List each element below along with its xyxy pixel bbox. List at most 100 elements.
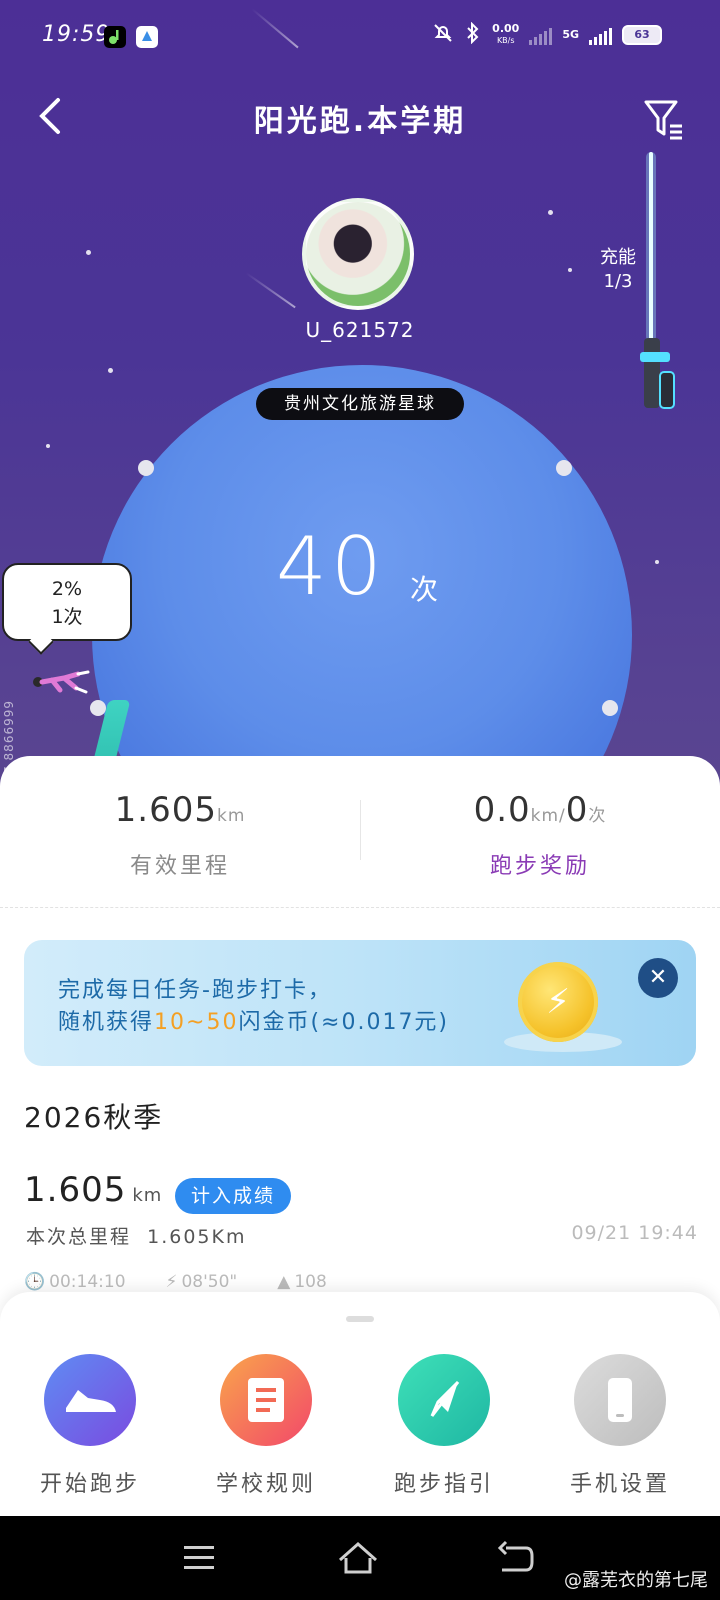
shoe-icon <box>44 1354 136 1446</box>
back-system-button[interactable] <box>494 1538 538 1578</box>
phone-settings-label: 手机设置 <box>569 1472 670 1497</box>
banner-prefix: 随机获得 <box>58 1010 155 1035</box>
energy-label: 充能 <box>600 247 636 268</box>
sheet-handle[interactable] <box>346 1316 374 1322</box>
banner-line1: 完成每日任务-跑步打卡， <box>58 978 332 1003</box>
record-metrics: 🕒 00:14:10 ⚡ 08'50" ▲ 108 <box>24 1272 327 1292</box>
orbit-dot <box>602 700 618 716</box>
season-title: 2026秋季 <box>24 1101 164 1134</box>
username: U_621572 <box>305 318 415 342</box>
record-pace: ⚡ 08'50" <box>166 1272 238 1292</box>
menu-icon <box>184 1546 214 1569</box>
run-guide-button[interactable]: 跑步指引 <box>354 1354 534 1498</box>
record-time: 09/21 19:44 <box>571 1222 698 1244</box>
banner-highlight: 10~50 <box>154 1010 239 1035</box>
divider <box>0 907 720 908</box>
rulebook-icon <box>220 1354 312 1446</box>
stat-reward-label: 跑步奖励 <box>489 854 590 879</box>
star <box>548 210 553 215</box>
orbit-dot <box>90 700 106 716</box>
compass-icon <box>398 1354 490 1446</box>
record-total-value: 1.605Km <box>147 1226 247 1248</box>
run-count-unit: 次 <box>410 573 439 606</box>
status-right: 0.00 KB/s 5G 63 <box>432 21 662 47</box>
stat-distance-label: 有效里程 <box>129 854 230 879</box>
progress-count: 1次 <box>51 606 83 628</box>
return-icon <box>497 1540 534 1572</box>
flame-icon: ▲ <box>277 1272 291 1292</box>
banner-suffix: 闪金币(≈0.017元) <box>238 1010 450 1035</box>
record-duration-value: 00:14:10 <box>49 1272 126 1292</box>
avatar[interactable] <box>302 198 414 310</box>
banner-line2: 随机获得10~50闪金币(≈0.017元) <box>58 1004 449 1036</box>
record-distance[interactable]: 1.605 km <box>24 1170 162 1210</box>
bluetooth-icon <box>464 21 482 47</box>
stat-reward-count: 0 <box>565 790 589 830</box>
signal-sim1-icon <box>529 25 553 45</box>
lightsaber-icon[interactable] <box>640 152 690 422</box>
record-distance-value: 1.605 <box>24 1170 127 1210</box>
battery-icon: 63 <box>622 24 662 45</box>
progress-bubble: 2% 1次 <box>2 563 132 641</box>
energy-indicator: 充能 1/3 <box>590 246 646 294</box>
record-total-label: 本次总里程 <box>26 1226 132 1248</box>
network-type: 5G <box>562 28 579 41</box>
school-rules-button[interactable]: 学校规则 <box>176 1354 356 1498</box>
orbit-dot <box>556 460 572 476</box>
record-pace-value: 08'50" <box>181 1272 238 1292</box>
record-distance-unit: km <box>132 1185 163 1206</box>
planet-name: 贵州文化旅游星球 <box>256 388 464 420</box>
progress-percent: 2% <box>51 578 83 600</box>
phone-settings-button[interactable]: 手机设置 <box>530 1354 710 1498</box>
orbit-dot <box>138 460 154 476</box>
energy-value: 1/3 <box>603 271 633 292</box>
run-count-value: 40 <box>276 520 386 613</box>
net-speed-unit: KB/s <box>496 35 515 45</box>
status-time: 19:59 <box>42 22 111 47</box>
mute-icon <box>432 22 454 47</box>
gold-coin-icon <box>518 962 598 1042</box>
stat-distance-value: 1.605 <box>114 790 217 830</box>
home-icon <box>339 1541 377 1574</box>
meteor <box>245 272 296 309</box>
stat-reward-count-unit: 次 <box>588 806 607 826</box>
stat-run-reward[interactable]: 0.0km/0次 跑步奖励 <box>360 790 720 880</box>
clock-icon: 🕒 <box>24 1272 46 1292</box>
stat-distance-unit: km <box>216 806 246 826</box>
record-counted-badge: 计入成绩 <box>175 1178 291 1214</box>
star <box>86 250 91 255</box>
phone-icon <box>574 1354 666 1446</box>
star <box>108 368 113 373</box>
lightning-icon: ⚡ <box>165 1272 178 1292</box>
stat-reward-unit: km/ <box>530 806 566 826</box>
stat-reward-value: 0.0 <box>473 790 531 830</box>
school-rules-label: 学校规则 <box>215 1472 316 1497</box>
run-guide-label: 跑步指引 <box>393 1472 494 1497</box>
start-run-button[interactable]: 开始跑步 <box>0 1354 180 1498</box>
status-bar: 19:59 0.00 KB/s 5G 63 <box>0 0 720 74</box>
record-total: 本次总里程 1.605Km <box>26 1222 246 1249</box>
stat-reward-value-row: 0.0km/0次 <box>360 790 720 830</box>
record-calories: ▲ 108 <box>277 1272 327 1292</box>
filter-icon <box>644 100 682 140</box>
banner-close-button[interactable]: ✕ <box>638 958 678 998</box>
app-notification-icon <box>136 26 158 48</box>
music-app-icon <box>104 26 126 48</box>
daily-task-banner[interactable]: 完成每日任务-跑步打卡， 随机获得10~50闪金币(≈0.017元) <box>24 940 696 1066</box>
net-speed-value: 0.00 <box>492 21 520 35</box>
stat-distance-value-row: 1.605km <box>0 790 360 830</box>
page-title: 阳光跑.本学期 <box>253 104 467 139</box>
watermark: @露芜衣的第七尾 <box>564 1570 708 1591</box>
star <box>568 268 572 272</box>
record-duration: 🕒 00:14:10 <box>24 1272 126 1292</box>
record-calories-value: 108 <box>294 1272 327 1292</box>
stat-valid-distance[interactable]: 1.605km 有效里程 <box>0 790 360 880</box>
filter-button[interactable] <box>642 98 686 142</box>
net-speed: 0.00 KB/s <box>492 21 520 47</box>
star <box>46 444 50 448</box>
menu-button[interactable] <box>178 1538 222 1578</box>
start-run-label: 开始跑步 <box>39 1472 140 1497</box>
runner-icon <box>33 670 90 694</box>
home-button[interactable] <box>336 1538 380 1578</box>
signal-sim2-icon <box>589 25 612 45</box>
